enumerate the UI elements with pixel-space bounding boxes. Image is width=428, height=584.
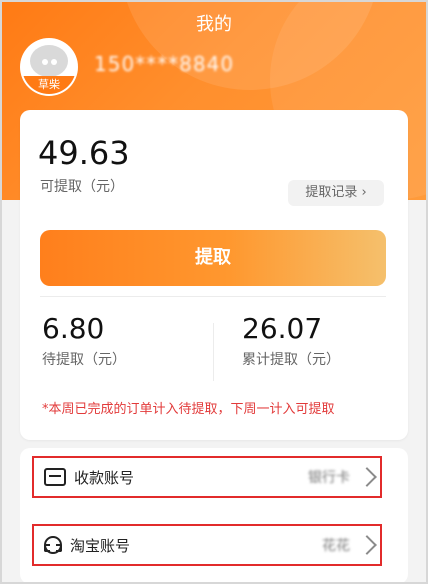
payment-account-label: 收款账号: [74, 468, 135, 487]
page-title: 我的: [196, 14, 232, 35]
available-amount: 49.63: [38, 134, 130, 172]
available-label: 可提取（元）: [40, 179, 124, 195]
pending-amount: 6.80: [42, 312, 105, 345]
taobao-account-row[interactable]: 淘宝账号 花花: [32, 524, 382, 566]
payment-account-row[interactable]: 收款账号 银行卡: [32, 456, 382, 498]
avatar-eye-icon: [51, 59, 57, 65]
user-phone: 150****8840: [94, 52, 235, 76]
withdraw-record-button[interactable]: 提取记录 ›: [288, 180, 384, 206]
chevron-right-icon: ›: [361, 185, 367, 200]
avatar-badge: 草柴: [22, 76, 76, 94]
withdraw-button[interactable]: 提取: [40, 230, 386, 286]
notice-text: *本周已完成的订单计入待提取，下周一计入可提取: [42, 402, 335, 417]
balance-card: 49.63 可提取（元） 提取记录 › 提取 6.80 待提取（元） 26.07…: [20, 110, 408, 440]
avatar-eye-icon: [42, 59, 48, 65]
divider: [40, 296, 386, 297]
card-icon: [44, 468, 66, 486]
total-stat: 26.07 累计提取（元）: [242, 312, 340, 369]
taobao-account-value: 花花: [322, 538, 350, 554]
pending-label: 待提取（元）: [42, 352, 126, 368]
taobao-icon: [44, 536, 62, 554]
account-card: 收款账号 银行卡 淘宝账号 花花: [20, 448, 408, 584]
taobao-account-label: 淘宝账号: [70, 536, 131, 555]
vertical-divider: [213, 323, 214, 381]
total-amount: 26.07: [242, 312, 323, 345]
chevron-right-icon: [357, 535, 377, 555]
payment-account-value: 银行卡: [308, 470, 350, 486]
total-label: 累计提取（元）: [242, 352, 340, 368]
chevron-right-icon: [357, 467, 377, 487]
avatar-face-icon: [30, 45, 68, 77]
withdraw-record-label: 提取记录: [305, 185, 358, 200]
avatar[interactable]: 草柴: [20, 38, 78, 96]
pending-stat: 6.80 待提取（元）: [42, 312, 126, 369]
